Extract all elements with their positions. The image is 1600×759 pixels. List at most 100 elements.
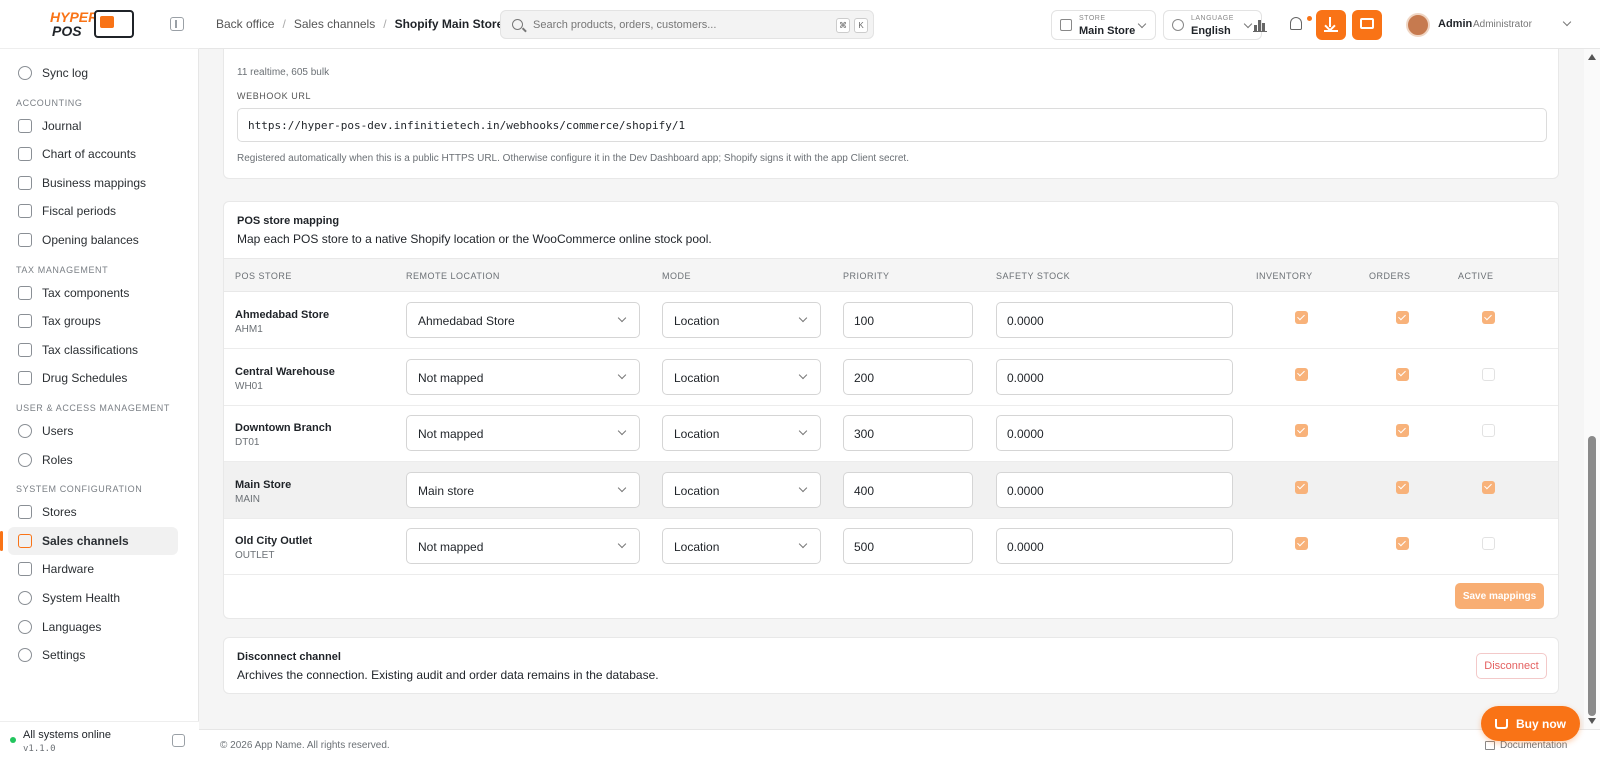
priority-value: 500 bbox=[854, 540, 875, 554]
breadcrumb-back-office[interactable]: Back office bbox=[216, 17, 274, 31]
cart-icon bbox=[1495, 718, 1508, 729]
remote-location-select[interactable]: Ahmedabad Store bbox=[406, 302, 640, 338]
inventory-checkbox[interactable] bbox=[1295, 424, 1308, 437]
sidebar-collapse-icon[interactable] bbox=[170, 17, 184, 31]
language-value: English bbox=[1191, 25, 1231, 37]
chevron-down-icon bbox=[617, 483, 627, 492]
sidebar-item-tax-groups[interactable]: Tax groups bbox=[8, 307, 178, 335]
active-checkbox[interactable] bbox=[1482, 537, 1495, 550]
sidebar-item-label: Users bbox=[42, 424, 74, 438]
sync-icon bbox=[18, 66, 32, 80]
store-icon bbox=[18, 505, 32, 520]
status-dot bbox=[10, 737, 16, 743]
active-checkbox[interactable] bbox=[1482, 480, 1495, 494]
inventory-checkbox[interactable] bbox=[1295, 367, 1308, 381]
remote-location-select[interactable]: Not mapped bbox=[406, 415, 640, 451]
mode-select[interactable]: Location bbox=[662, 415, 821, 451]
sidebar-item-users[interactable]: Users bbox=[8, 417, 178, 445]
breadcrumb-current: Shopify Main Store bbox=[394, 17, 504, 31]
safety-stock-input[interactable]: 0.0000 bbox=[996, 302, 1233, 338]
priority-input[interactable]: 500 bbox=[843, 528, 973, 564]
sidebar-item-sales-channels[interactable]: Sales channels bbox=[0, 526, 178, 555]
webhook-url-field[interactable]: https://hyper-pos-dev.infinitietech.in/w… bbox=[237, 108, 1547, 142]
priority-input[interactable]: 300 bbox=[843, 415, 973, 451]
store-selector[interactable]: STORE Main Store bbox=[1051, 10, 1156, 40]
disconnect-button[interactable]: Disconnect bbox=[1476, 653, 1547, 679]
save-mappings-button[interactable]: Save mappings bbox=[1455, 583, 1544, 609]
remote-location-select[interactable]: Not mapped bbox=[406, 528, 640, 564]
buy-now-button[interactable]: Buy now bbox=[1481, 706, 1580, 741]
global-search-input[interactable]: Search products, orders, customers... ⌘ … bbox=[500, 10, 874, 39]
brand-logo[interactable]: HYPER POS bbox=[50, 10, 140, 40]
avatar[interactable] bbox=[1406, 13, 1430, 37]
sidebar-item-settings[interactable]: Settings bbox=[8, 641, 178, 669]
sidebar-section-title: TAX MANAGEMENT bbox=[16, 264, 109, 275]
mode-value: Location bbox=[674, 370, 720, 385]
remote-location-value: Main store bbox=[418, 483, 475, 498]
panel-toggle-icon[interactable] bbox=[172, 734, 185, 747]
col-safety-stock: SAFETY STOCK bbox=[996, 271, 1071, 281]
orders-checkbox[interactable] bbox=[1396, 367, 1409, 381]
sidebar-item-tax-classifications[interactable]: Tax classifications bbox=[8, 336, 178, 364]
scroll-up-arrow[interactable] bbox=[1588, 54, 1596, 60]
safety-stock-value: 0.0000 bbox=[1007, 483, 1044, 498]
safety-stock-input[interactable]: 0.0000 bbox=[996, 358, 1233, 395]
sidebar-item-opening-balances[interactable]: Opening balances bbox=[8, 226, 178, 254]
pos-terminal-button[interactable] bbox=[1352, 10, 1382, 40]
user-name[interactable]: Admin bbox=[1438, 18, 1472, 30]
safety-stock-input[interactable]: 0.0000 bbox=[996, 471, 1233, 508]
orders-checkbox[interactable] bbox=[1396, 424, 1409, 437]
orders-checkbox[interactable] bbox=[1396, 311, 1409, 324]
active-checkbox[interactable] bbox=[1482, 424, 1495, 437]
analytics-icon[interactable] bbox=[1253, 16, 1269, 32]
bell-icon[interactable] bbox=[1290, 17, 1302, 30]
sidebar-item-drug-schedules[interactable]: Drug Schedules bbox=[8, 364, 178, 392]
sidebar-item-fiscal-periods[interactable]: Fiscal periods bbox=[8, 197, 178, 225]
priority-input[interactable]: 400 bbox=[843, 471, 973, 508]
sidebar-item-tax-components[interactable]: Tax components bbox=[8, 279, 178, 307]
chevron-down-icon[interactable] bbox=[1562, 17, 1572, 27]
sidebar-item-business-mappings[interactable]: Business mappings bbox=[8, 169, 178, 197]
inventory-checkbox[interactable] bbox=[1295, 311, 1308, 324]
scroll-thumb[interactable] bbox=[1588, 436, 1596, 716]
priority-input[interactable]: 100 bbox=[843, 302, 973, 338]
orders-checkbox[interactable] bbox=[1396, 480, 1409, 494]
mode-select[interactable]: Location bbox=[662, 302, 821, 338]
sidebar-item-languages[interactable]: Languages bbox=[8, 613, 178, 641]
inventory-checkbox[interactable] bbox=[1295, 537, 1308, 550]
inventory-checkbox[interactable] bbox=[1295, 480, 1308, 494]
active-checkbox[interactable] bbox=[1482, 311, 1495, 324]
priority-input[interactable]: 200 bbox=[843, 358, 973, 395]
mapping-title: POS store mapping bbox=[237, 215, 340, 227]
pos-store-code: DT01 bbox=[235, 437, 260, 448]
language-selector[interactable]: LANGUAGE English bbox=[1163, 10, 1262, 40]
documentation-label: Documentation bbox=[1500, 740, 1568, 751]
pos-store-code: WH01 bbox=[235, 380, 263, 392]
sidebar-item-journal[interactable]: Journal bbox=[8, 112, 178, 140]
orders-checkbox[interactable] bbox=[1396, 537, 1409, 550]
active-checkbox[interactable] bbox=[1482, 367, 1495, 381]
mode-select[interactable]: Location bbox=[662, 528, 821, 564]
sidebar-item-stores[interactable]: Stores bbox=[8, 498, 178, 526]
mode-select[interactable]: Location bbox=[662, 358, 821, 395]
external-link-icon bbox=[18, 533, 32, 548]
mode-select[interactable]: Location bbox=[662, 471, 821, 508]
sidebar-item-hardware[interactable]: Hardware bbox=[8, 555, 178, 583]
page-scrollbar[interactable] bbox=[1584, 49, 1600, 729]
sidebar-item-system-health[interactable]: System Health bbox=[8, 584, 178, 612]
breadcrumb-sales-channels[interactable]: Sales channels bbox=[294, 17, 375, 31]
safety-stock-input[interactable]: 0.0000 bbox=[996, 415, 1233, 451]
remote-location-select[interactable]: Main store bbox=[406, 471, 640, 508]
sidebar-item-sync-log[interactable]: Sync log bbox=[8, 59, 178, 87]
webhook-url-label: WEBHOOK URL bbox=[237, 91, 312, 101]
safety-stock-input[interactable]: 0.0000 bbox=[996, 528, 1233, 564]
sidebar-item-chart-of-accounts[interactable]: Chart of accounts bbox=[8, 140, 178, 168]
remote-location-select[interactable]: Not mapped bbox=[406, 358, 640, 395]
download-button[interactable] bbox=[1316, 10, 1346, 40]
documentation-link[interactable]: Documentation bbox=[1485, 740, 1567, 751]
store-icon bbox=[1060, 19, 1072, 31]
scroll-down-arrow[interactable] bbox=[1588, 718, 1596, 724]
priority-value: 300 bbox=[854, 427, 875, 441]
chevron-down-icon bbox=[798, 313, 808, 323]
sidebar-item-roles[interactable]: Roles bbox=[8, 446, 178, 474]
